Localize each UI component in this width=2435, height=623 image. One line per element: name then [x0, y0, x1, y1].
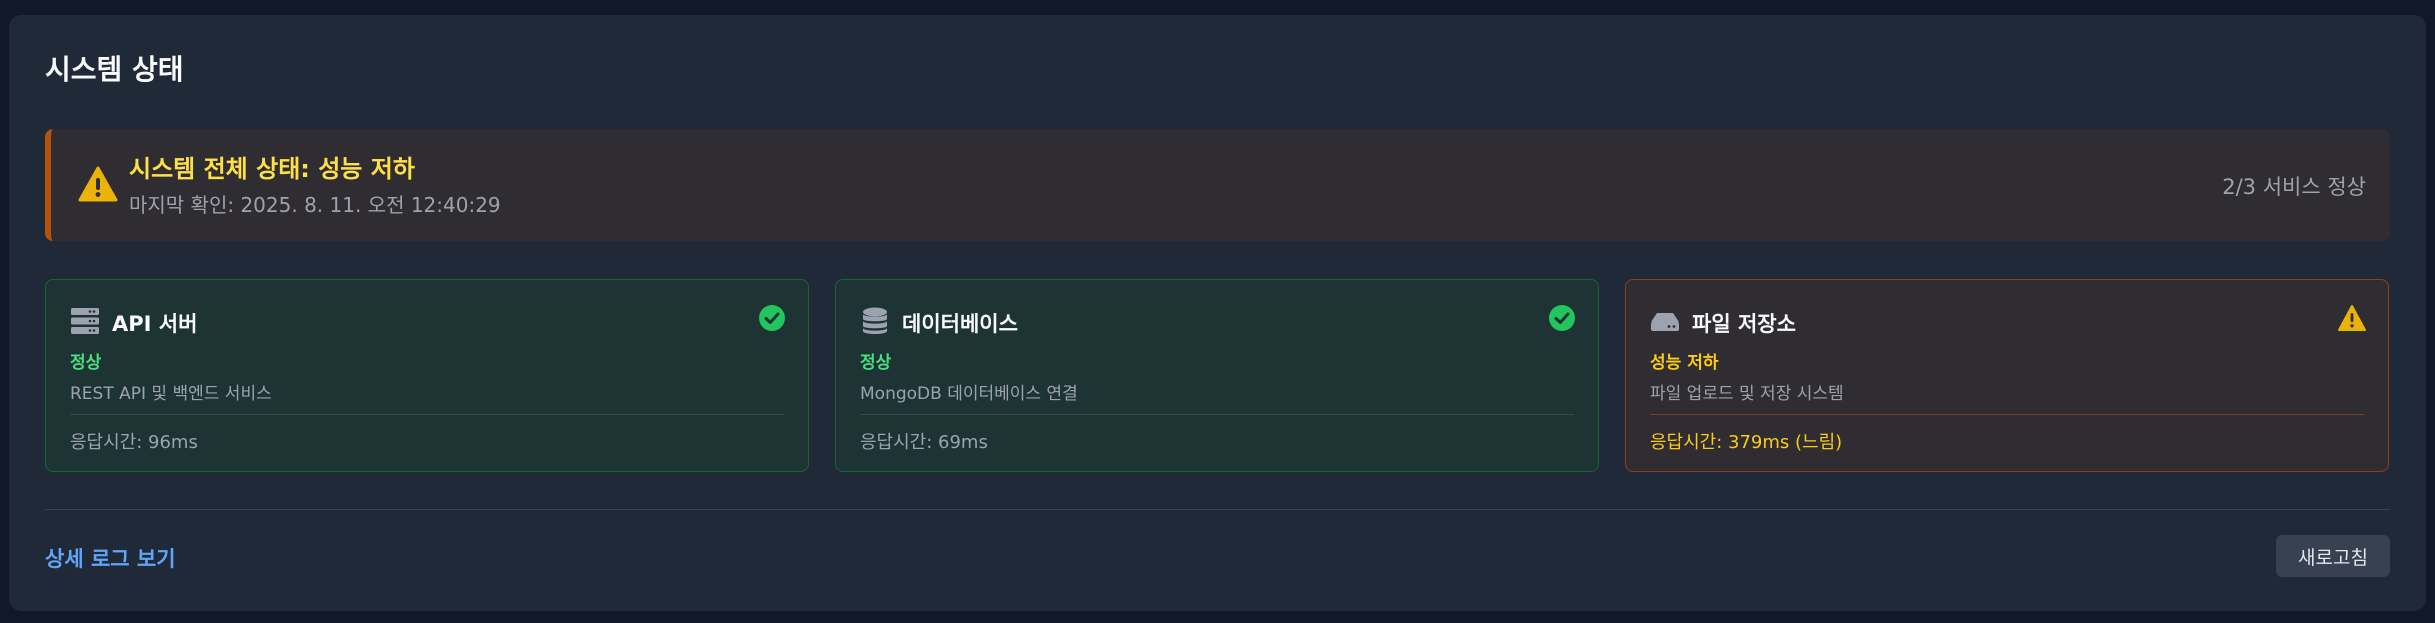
- server-icon: [71, 308, 99, 334]
- refresh-button[interactable]: 새로고침: [2276, 535, 2390, 577]
- system-status-panel: 시스템 상태 시스템 전체 상태: 성능 저하 마지막 확인: 2025. 8.…: [9, 15, 2426, 611]
- overall-status-title: 시스템 전체 상태: 성능 저하: [129, 155, 415, 183]
- service-name: 파일 저장소: [1692, 312, 1796, 336]
- service-name: 데이터베이스: [902, 312, 1018, 336]
- service-status: 정상: [70, 353, 102, 373]
- last-checked-time: 마지막 확인: 2025. 8. 11. 오전 12:40:29: [129, 193, 501, 217]
- service-card-file-storage: 파일 저장소 성능 저하 파일 업로드 및 저장 시스템 응답시간: 379ms…: [1625, 279, 2389, 472]
- service-count-summary: 2/3 서비스 정상: [2222, 175, 2366, 199]
- card-divider: [70, 414, 784, 415]
- page-title: 시스템 상태: [45, 53, 184, 86]
- database-icon: [863, 307, 887, 334]
- service-description: REST API 및 백엔드 서비스: [70, 384, 272, 404]
- response-time: 응답시간: 69ms: [860, 432, 988, 453]
- service-name: API 서버: [112, 312, 198, 336]
- service-description: 파일 업로드 및 저장 시스템: [1650, 384, 1844, 404]
- check-circle-icon: [759, 305, 785, 331]
- card-divider: [860, 414, 1574, 415]
- hard-drive-icon: [1651, 313, 1679, 331]
- response-time: 응답시간: 379ms (느림): [1650, 432, 1843, 453]
- service-card-api-server: API 서버 정상 REST API 및 백엔드 서비스 응답시간: 96ms: [45, 279, 809, 472]
- warning-icon: [2338, 305, 2366, 331]
- service-status: 정상: [860, 353, 892, 373]
- card-divider: [1650, 414, 2364, 415]
- service-card-database: 데이터베이스 정상 MongoDB 데이터베이스 연결 응답시간: 69ms: [835, 279, 1599, 472]
- service-status: 성능 저하: [1650, 353, 1719, 373]
- check-circle-icon: [1549, 305, 1575, 331]
- response-time: 응답시간: 96ms: [70, 432, 198, 453]
- view-detail-logs-link[interactable]: 상세 로그 보기: [45, 543, 176, 573]
- warning-icon: [78, 166, 118, 202]
- overall-status-banner: 시스템 전체 상태: 성능 저하 마지막 확인: 2025. 8. 11. 오전…: [45, 129, 2390, 241]
- footer-divider: [45, 509, 2390, 510]
- service-description: MongoDB 데이터베이스 연결: [860, 384, 1078, 404]
